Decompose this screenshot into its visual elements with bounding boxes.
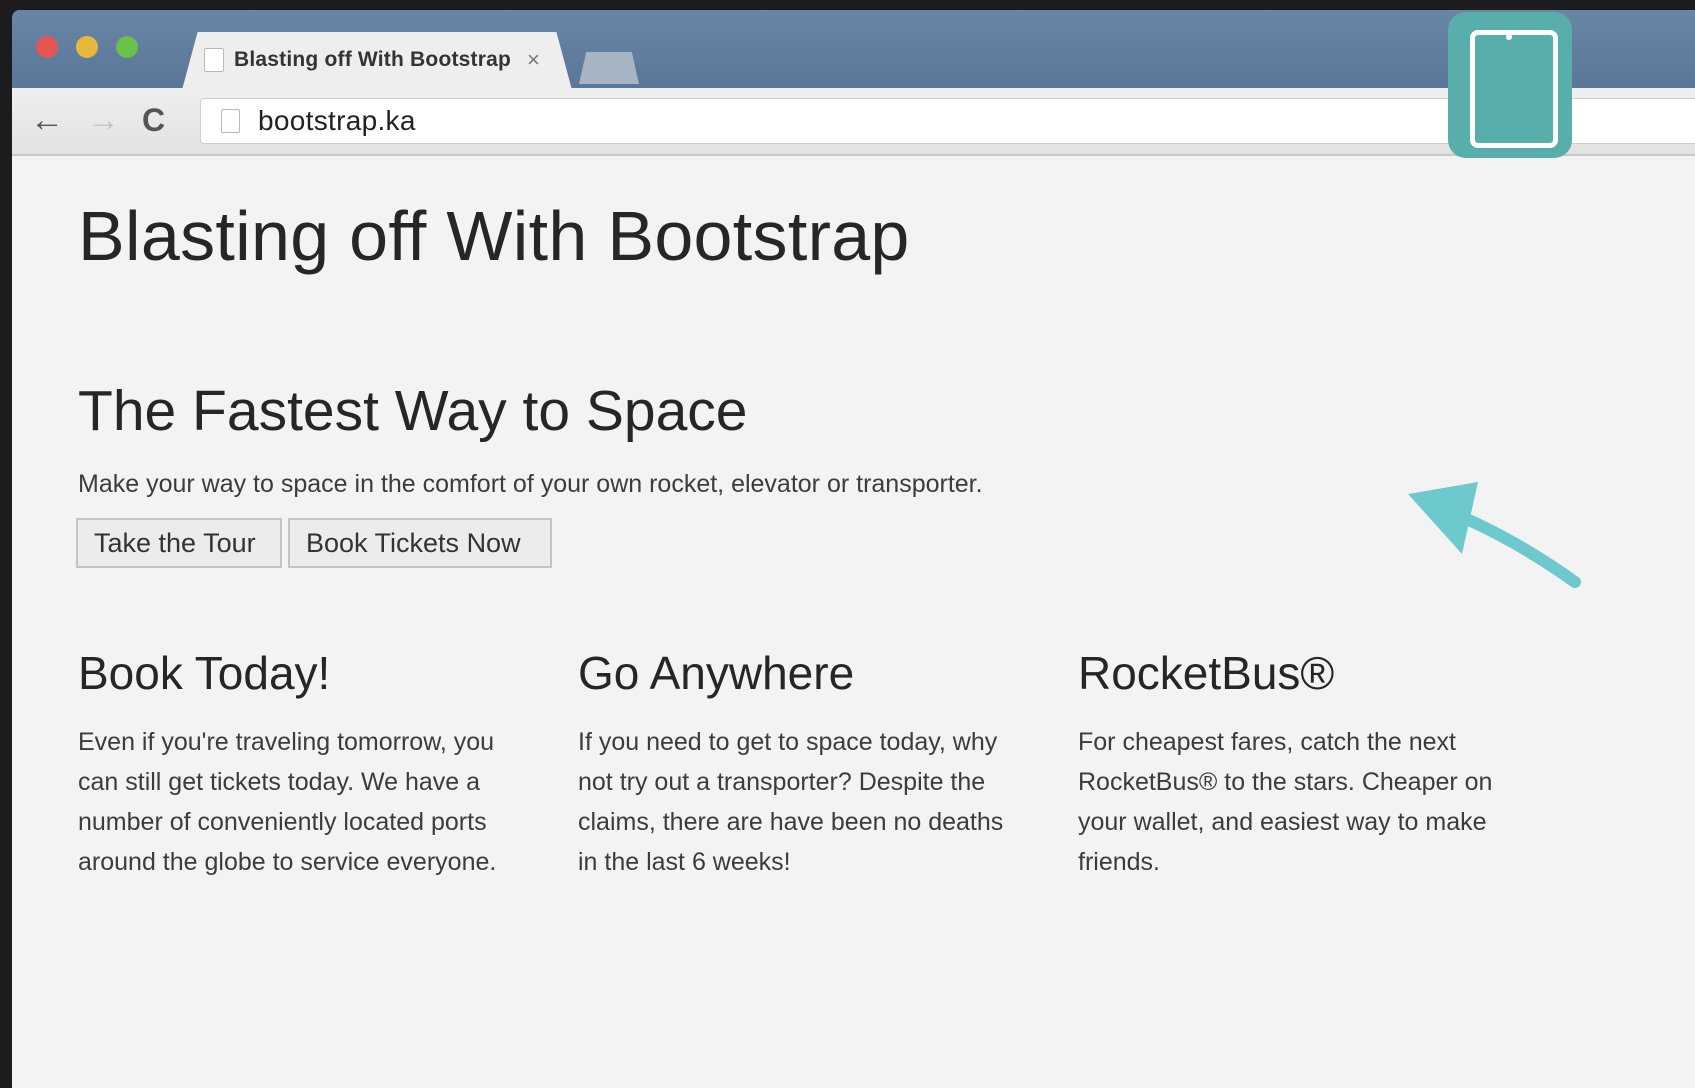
browser-toolbar: ← → C bootstrap.ka xyxy=(12,88,1695,156)
page-icon xyxy=(204,48,224,72)
new-tab-button[interactable] xyxy=(579,52,639,84)
back-arrow-icon[interactable]: ← xyxy=(30,100,64,140)
browser-titlebar: Blasting off With Bootstrap × xyxy=(12,10,1695,88)
tab-close-icon[interactable]: × xyxy=(527,47,540,73)
page-title: Blasting off With Bootstrap xyxy=(78,197,910,275)
hero-text: Make your way to space in the comfort of… xyxy=(78,470,983,498)
book-tickets-button[interactable]: Book Tickets Now xyxy=(288,518,552,568)
feature-text: If you need to get to space today, why n… xyxy=(578,728,1004,876)
feature-column-book-today: Book Today! Even if you're traveling tom… xyxy=(78,646,528,882)
reload-icon[interactable]: C xyxy=(142,100,165,140)
url-text: bootstrap.ka xyxy=(258,105,416,136)
hero-heading: The Fastest Way to Space xyxy=(78,379,748,443)
page-content: Blasting off With Bootstrap The Fastest … xyxy=(12,156,1695,1088)
feature-heading: Book Today! xyxy=(78,647,331,699)
feature-text: Even if you're traveling tomorrow, you c… xyxy=(78,728,497,876)
feature-text: For cheapest fares, catch the next Rocke… xyxy=(1078,728,1493,876)
feature-column-rocketbus: RocketBus® For cheapest fares, catch the… xyxy=(1078,646,1528,882)
annotation-arrow-icon xyxy=(1408,482,1581,588)
feature-column-go-anywhere: Go Anywhere If you need to get to space … xyxy=(578,646,1028,882)
zoom-window-button[interactable] xyxy=(116,36,138,58)
tablet-icon xyxy=(1448,12,1572,158)
tab-content: Blasting off With Bootstrap × xyxy=(204,40,540,80)
tab-title: Blasting off With Bootstrap xyxy=(234,48,512,71)
tablet-screen-outline xyxy=(1470,30,1558,148)
screenshot-stage: Blasting off With Bootstrap × ← → C boot… xyxy=(0,0,1695,1088)
page-icon xyxy=(221,109,240,133)
feature-heading: Go Anywhere xyxy=(578,647,855,699)
take-the-tour-button[interactable]: Take the Tour xyxy=(76,518,282,568)
minimize-window-button[interactable] xyxy=(76,36,98,58)
feature-heading: RocketBus® xyxy=(1078,647,1335,699)
tablet-camera-dot xyxy=(1506,34,1512,40)
forward-arrow-icon[interactable]: → xyxy=(86,100,120,140)
close-window-button[interactable] xyxy=(36,36,58,58)
